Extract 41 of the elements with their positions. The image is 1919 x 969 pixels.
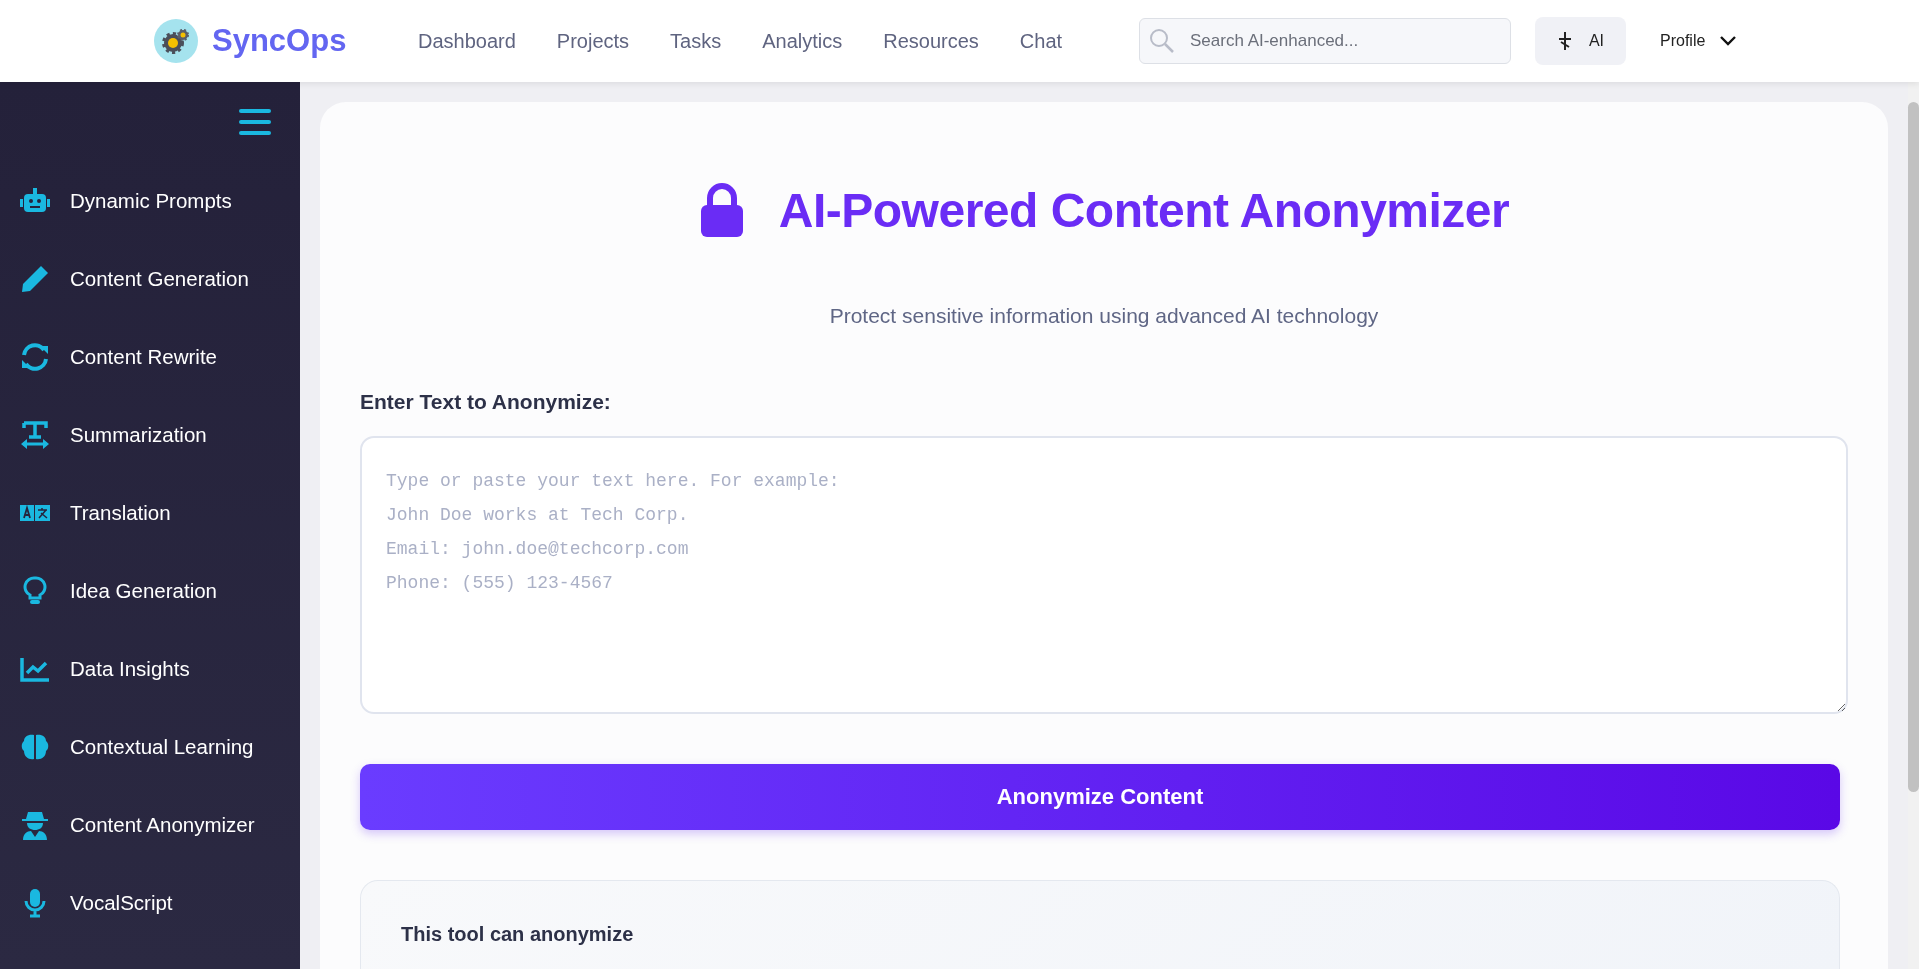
sidebar-item[interactable]: Data Insights (0, 630, 300, 708)
nav-link[interactable]: Projects (556, 29, 630, 53)
ai-button[interactable]: AI (1535, 17, 1626, 65)
page-title: AI-Powered Content Anonymizer (778, 182, 1510, 238)
language-icon (20, 504, 50, 522)
lightbulb-icon (23, 576, 47, 606)
sidebar-item[interactable]: Content Generation (0, 240, 300, 318)
page-subtitle: Protect sensitive information using advanced AI technology (828, 304, 1380, 328)
info-heading: This tool can anonymize (401, 923, 635, 946)
profile-menu[interactable]: Profile (1660, 32, 1738, 50)
sidebar-item[interactable]: Dynamic Prompts (0, 162, 300, 240)
nav-link[interactable]: Analytics (762, 29, 843, 53)
spy-icon (21, 810, 49, 840)
sidebar-item[interactable]: Content Anonymizer (0, 786, 300, 864)
brand-name: SyncOps (212, 23, 347, 59)
gears-logo-icon (154, 19, 198, 63)
text-width-icon (20, 421, 50, 449)
search-icon (1149, 28, 1175, 54)
microphone-icon (23, 888, 47, 918)
sidebar-item[interactable]: Summarization (0, 396, 300, 474)
nav-link[interactable]: Chat (1019, 29, 1063, 53)
nav-link[interactable]: Dashboard (418, 29, 516, 53)
anonymize-button[interactable]: Anonymize Content (360, 764, 1840, 830)
nav-link[interactable]: Resources (883, 29, 979, 53)
sidebar-item[interactable]: Translation (0, 474, 300, 552)
nav-link[interactable]: Tasks (670, 29, 722, 53)
text-input-field[interactable]: Type or paste your text here. For example: John Doe works at Tech Corp. Email: john.doe@techcorp.com Phone: (555) 123-4567 (360, 436, 1848, 714)
brain-icon (20, 733, 50, 761)
line-chart-icon (20, 656, 50, 682)
sidebar-item[interactable]: Content Rewrite (0, 318, 300, 396)
sync-icon (20, 342, 50, 372)
sidebar-item[interactable]: Contextual Learning (0, 708, 300, 786)
robot-icon (20, 188, 50, 214)
sidebar-item[interactable]: VocalScript (0, 864, 300, 942)
search-field[interactable]: Search AI-enhanced... (1139, 18, 1511, 64)
pencil-icon (20, 264, 50, 294)
menu-icon[interactable] (239, 108, 271, 136)
sidebar-item[interactable]: Idea Generation (0, 552, 300, 630)
input-label: Enter Text to Anonymize: (360, 390, 612, 414)
chevron-down-icon (1719, 35, 1738, 47)
lock-icon (698, 182, 745, 238)
